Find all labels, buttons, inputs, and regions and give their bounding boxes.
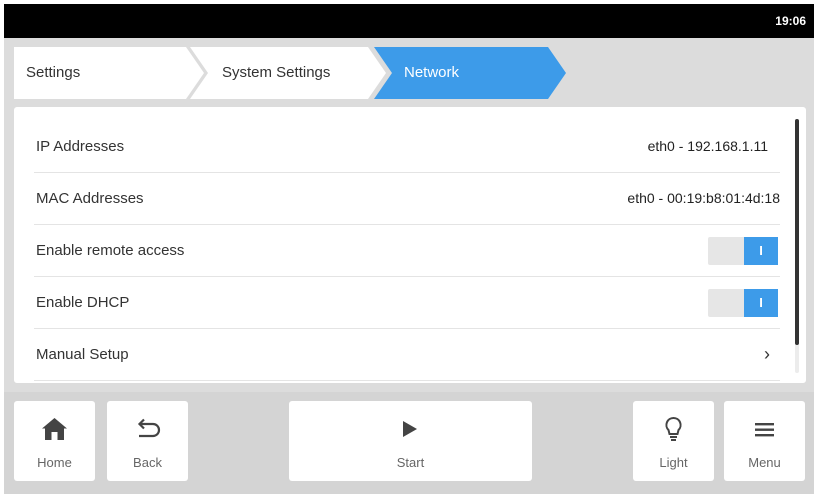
home-icon: [14, 415, 95, 443]
light-label: Light: [659, 455, 688, 470]
start-label: Start: [396, 455, 425, 470]
bottom-toolbar: Home Back Start Light Menu: [4, 392, 814, 494]
status-bar: 19:06: [4, 4, 814, 38]
mac-addresses-value: eth0 - 00:19:b8:01:4d:18: [627, 190, 780, 206]
remote-access-toggle-knob: I: [744, 237, 778, 265]
enable-dhcp-label: Enable DHCP: [36, 294, 130, 311]
chevron-right-icon: ›: [764, 344, 770, 364]
ip-addresses-label: IP Addresses: [36, 138, 125, 155]
breadcrumb: Settings System Settings Network: [14, 47, 804, 99]
home-label: Home: [37, 455, 72, 470]
manual-setup-label: Manual Setup: [36, 346, 129, 363]
scrollbar[interactable]: [795, 119, 799, 373]
start-button[interactable]: Start: [289, 401, 532, 481]
scrollbar-thumb[interactable]: [795, 119, 799, 345]
device-screen: 19:06 Settings System Settings Network I…: [4, 4, 814, 494]
back-label: Back: [133, 455, 162, 470]
dhcp-toggle-knob: I: [744, 289, 778, 317]
dhcp-toggle[interactable]: I: [708, 289, 778, 317]
breadcrumb-network[interactable]: Network: [374, 47, 566, 99]
hamburger-menu-icon: [724, 415, 805, 443]
ip-addresses-value: eth0 - 192.168.1.11: [647, 138, 768, 154]
mac-addresses-row: MAC Addresses eth0 - 00:19:b8:01:4d:18: [34, 173, 780, 225]
breadcrumb-system-settings[interactable]: System Settings: [190, 47, 386, 99]
lightbulb-icon: [633, 415, 714, 443]
enable-dhcp-row: Enable DHCP I: [34, 277, 780, 329]
menu-label: Menu: [748, 455, 781, 470]
home-button[interactable]: Home: [14, 401, 95, 481]
ip-addresses-row: IP Addresses eth0 - 192.168.1.11: [34, 121, 780, 173]
enable-remote-access-row: Enable remote access I: [34, 225, 780, 277]
breadcrumb-settings[interactable]: Settings: [14, 47, 204, 99]
enable-remote-access-label: Enable remote access: [36, 242, 185, 259]
back-button[interactable]: Back: [107, 401, 188, 481]
menu-button[interactable]: Menu: [724, 401, 805, 481]
remote-access-toggle[interactable]: I: [708, 237, 778, 265]
light-button[interactable]: Light: [633, 401, 714, 481]
clock: 19:06: [775, 14, 806, 28]
manual-setup-row[interactable]: Manual Setup ›: [34, 329, 780, 381]
play-icon: [289, 415, 532, 443]
back-arrow-icon: [107, 415, 188, 443]
mac-addresses-label: MAC Addresses: [36, 190, 144, 207]
network-settings-panel: IP Addresses eth0 - 192.168.1.11 MAC Add…: [14, 107, 806, 383]
